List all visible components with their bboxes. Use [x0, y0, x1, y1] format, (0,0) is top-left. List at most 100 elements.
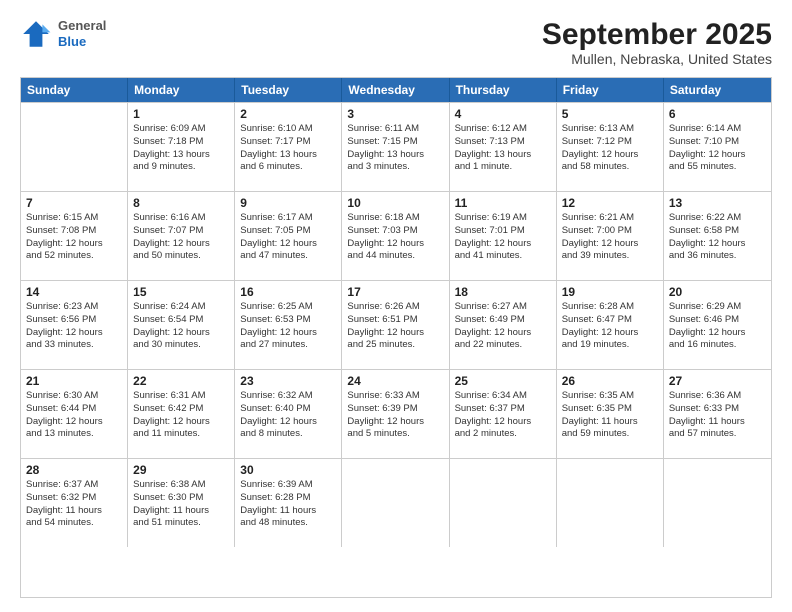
weekday-header: Wednesday [342, 78, 449, 102]
day-info: Sunrise: 6:22 AM Sunset: 6:58 PM Dayligh… [669, 212, 766, 263]
logo: General Blue [20, 18, 106, 50]
weekday-header: Monday [128, 78, 235, 102]
day-number: 8 [133, 196, 229, 210]
month-title: September 2025 [542, 18, 772, 51]
day-info: Sunrise: 6:30 AM Sunset: 6:44 PM Dayligh… [26, 390, 122, 441]
calendar-cell: 26 Sunrise: 6:35 AM Sunset: 6:35 PM Dayli… [557, 370, 664, 458]
day-number: 11 [455, 196, 551, 210]
calendar-cell: 13 Sunrise: 6:22 AM Sunset: 6:58 PM Dayli… [664, 192, 771, 280]
day-info: Sunrise: 6:16 AM Sunset: 7:07 PM Dayligh… [133, 212, 229, 263]
day-info: Sunrise: 6:37 AM Sunset: 6:32 PM Dayligh… [26, 479, 122, 530]
day-info: Sunrise: 6:25 AM Sunset: 6:53 PM Dayligh… [240, 301, 336, 352]
calendar-row: 7Sunrise: 6:15 AM Sunset: 7:08 PM Daylig… [21, 191, 771, 280]
day-info: Sunrise: 6:34 AM Sunset: 6:37 PM Dayligh… [455, 390, 551, 441]
calendar-row: 21Sunrise: 6:30 AM Sunset: 6:44 PM Dayli… [21, 369, 771, 458]
calendar-cell: 6 Sunrise: 6:14 AM Sunset: 7:10 PM Daylig… [664, 103, 771, 191]
day-number: 2 [240, 107, 336, 121]
day-info: Sunrise: 6:11 AM Sunset: 7:15 PM Dayligh… [347, 123, 443, 174]
page: General Blue September 2025 Mullen, Nebr… [0, 0, 792, 612]
calendar-cell: 21Sunrise: 6:30 AM Sunset: 6:44 PM Dayli… [21, 370, 128, 458]
day-number: 25 [455, 374, 551, 388]
day-number: 30 [240, 463, 336, 477]
day-info: Sunrise: 6:12 AM Sunset: 7:13 PM Dayligh… [455, 123, 551, 174]
calendar-cell: 2 Sunrise: 6:10 AM Sunset: 7:17 PM Daylig… [235, 103, 342, 191]
calendar-cell: 3 Sunrise: 6:11 AM Sunset: 7:15 PM Daylig… [342, 103, 449, 191]
calendar-cell: 29Sunrise: 6:38 AM Sunset: 6:30 PM Dayli… [128, 459, 235, 547]
logo-general: General [58, 18, 106, 34]
logo-text: General Blue [58, 18, 106, 49]
day-number: 16 [240, 285, 336, 299]
calendar-cell: 11 Sunrise: 6:19 AM Sunset: 7:01 PM Dayli… [450, 192, 557, 280]
day-number: 26 [562, 374, 658, 388]
calendar-header: SundayMondayTuesdayWednesdayThursdayFrid… [21, 78, 771, 102]
day-number: 9 [240, 196, 336, 210]
day-info: Sunrise: 6:39 AM Sunset: 6:28 PM Dayligh… [240, 479, 336, 530]
day-info: Sunrise: 6:36 AM Sunset: 6:33 PM Dayligh… [669, 390, 766, 441]
day-number: 28 [26, 463, 122, 477]
day-number: 1 [133, 107, 229, 121]
weekday-header: Saturday [664, 78, 771, 102]
calendar-cell: 30 Sunrise: 6:39 AM Sunset: 6:28 PM Dayli… [235, 459, 342, 547]
day-info: Sunrise: 6:15 AM Sunset: 7:08 PM Dayligh… [26, 212, 122, 263]
calendar-cell [342, 459, 449, 547]
calendar-row: 14 Sunrise: 6:23 AM Sunset: 6:56 PM Dayli… [21, 280, 771, 369]
day-number: 19 [562, 285, 658, 299]
calendar-cell: 14 Sunrise: 6:23 AM Sunset: 6:56 PM Dayli… [21, 281, 128, 369]
title-block: September 2025 Mullen, Nebraska, United … [542, 18, 772, 67]
day-info: Sunrise: 6:09 AM Sunset: 7:18 PM Dayligh… [133, 123, 229, 174]
weekday-header: Tuesday [235, 78, 342, 102]
day-info: Sunrise: 6:27 AM Sunset: 6:49 PM Dayligh… [455, 301, 551, 352]
day-number: 17 [347, 285, 443, 299]
calendar-cell: 7Sunrise: 6:15 AM Sunset: 7:08 PM Daylig… [21, 192, 128, 280]
calendar-cell: 17Sunrise: 6:26 AM Sunset: 6:51 PM Dayli… [342, 281, 449, 369]
logo-icon [20, 18, 52, 50]
day-number: 12 [562, 196, 658, 210]
day-number: 3 [347, 107, 443, 121]
calendar-cell [557, 459, 664, 547]
day-number: 5 [562, 107, 658, 121]
day-info: Sunrise: 6:24 AM Sunset: 6:54 PM Dayligh… [133, 301, 229, 352]
day-number: 13 [669, 196, 766, 210]
calendar-cell: 20 Sunrise: 6:29 AM Sunset: 6:46 PM Dayli… [664, 281, 771, 369]
day-info: Sunrise: 6:33 AM Sunset: 6:39 PM Dayligh… [347, 390, 443, 441]
day-number: 18 [455, 285, 551, 299]
header: General Blue September 2025 Mullen, Nebr… [20, 18, 772, 67]
calendar-row: 28 Sunrise: 6:37 AM Sunset: 6:32 PM Dayli… [21, 458, 771, 547]
logo-blue: Blue [58, 34, 106, 50]
day-info: Sunrise: 6:29 AM Sunset: 6:46 PM Dayligh… [669, 301, 766, 352]
calendar-cell: 8 Sunrise: 6:16 AM Sunset: 7:07 PM Daylig… [128, 192, 235, 280]
day-number: 14 [26, 285, 122, 299]
calendar-cell: 28 Sunrise: 6:37 AM Sunset: 6:32 PM Dayli… [21, 459, 128, 547]
calendar-cell: 23Sunrise: 6:32 AM Sunset: 6:40 PM Dayli… [235, 370, 342, 458]
day-info: Sunrise: 6:19 AM Sunset: 7:01 PM Dayligh… [455, 212, 551, 263]
calendar-cell: 4 Sunrise: 6:12 AM Sunset: 7:13 PM Daylig… [450, 103, 557, 191]
day-info: Sunrise: 6:35 AM Sunset: 6:35 PM Dayligh… [562, 390, 658, 441]
calendar-cell: 27Sunrise: 6:36 AM Sunset: 6:33 PM Dayli… [664, 370, 771, 458]
calendar-cell [664, 459, 771, 547]
day-number: 10 [347, 196, 443, 210]
calendar-cell: 16 Sunrise: 6:25 AM Sunset: 6:53 PM Dayli… [235, 281, 342, 369]
day-info: Sunrise: 6:14 AM Sunset: 7:10 PM Dayligh… [669, 123, 766, 174]
calendar-cell: 19Sunrise: 6:28 AM Sunset: 6:47 PM Dayli… [557, 281, 664, 369]
calendar-cell: 12 Sunrise: 6:21 AM Sunset: 7:00 PM Dayli… [557, 192, 664, 280]
calendar-cell: 24Sunrise: 6:33 AM Sunset: 6:39 PM Dayli… [342, 370, 449, 458]
calendar-cell: 18 Sunrise: 6:27 AM Sunset: 6:49 PM Dayli… [450, 281, 557, 369]
day-number: 20 [669, 285, 766, 299]
day-info: Sunrise: 6:23 AM Sunset: 6:56 PM Dayligh… [26, 301, 122, 352]
calendar-body: 1 Sunrise: 6:09 AM Sunset: 7:18 PM Daylig… [21, 102, 771, 547]
calendar-cell: 10Sunrise: 6:18 AM Sunset: 7:03 PM Dayli… [342, 192, 449, 280]
calendar-cell: 22Sunrise: 6:31 AM Sunset: 6:42 PM Dayli… [128, 370, 235, 458]
day-info: Sunrise: 6:21 AM Sunset: 7:00 PM Dayligh… [562, 212, 658, 263]
calendar-cell [21, 103, 128, 191]
calendar-cell: 25 Sunrise: 6:34 AM Sunset: 6:37 PM Dayli… [450, 370, 557, 458]
day-number: 6 [669, 107, 766, 121]
day-info: Sunrise: 6:17 AM Sunset: 7:05 PM Dayligh… [240, 212, 336, 263]
day-info: Sunrise: 6:38 AM Sunset: 6:30 PM Dayligh… [133, 479, 229, 530]
calendar-cell: 15 Sunrise: 6:24 AM Sunset: 6:54 PM Dayli… [128, 281, 235, 369]
day-number: 15 [133, 285, 229, 299]
day-number: 22 [133, 374, 229, 388]
calendar-cell: 5Sunrise: 6:13 AM Sunset: 7:12 PM Daylig… [557, 103, 664, 191]
weekday-header: Sunday [21, 78, 128, 102]
day-number: 4 [455, 107, 551, 121]
day-info: Sunrise: 6:10 AM Sunset: 7:17 PM Dayligh… [240, 123, 336, 174]
